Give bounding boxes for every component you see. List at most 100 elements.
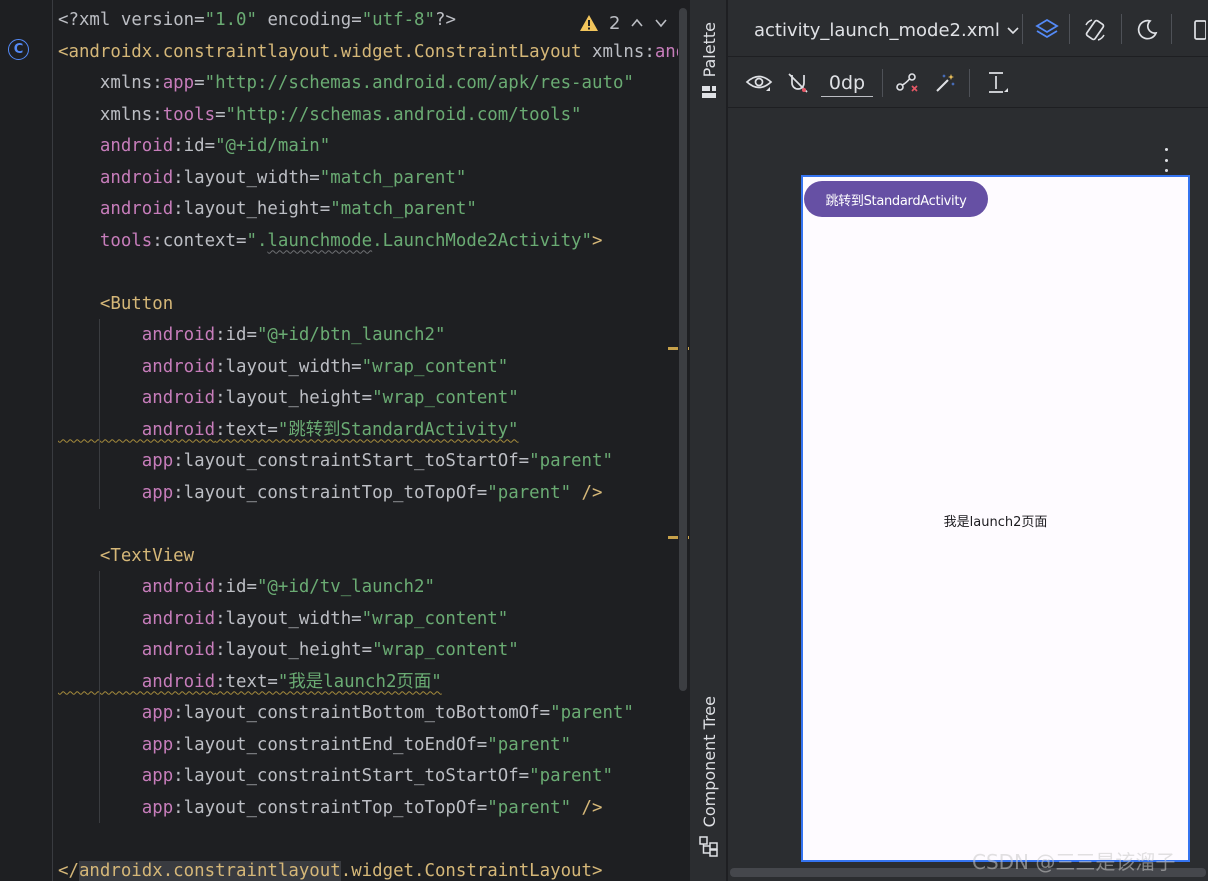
code-token: "match_parent" [319,167,467,188]
code-token: :text= [215,671,278,692]
code-token: :layout_constraintEnd_toEndOf= [173,734,488,755]
design-surface[interactable]: 跳转到StandardActivity 我是launch2页面 [728,108,1208,864]
code-token: app [58,797,174,818]
code-token: :layout_constraintStart_toStartOf= [173,766,530,786]
code-token: android [58,608,216,629]
code-token: "parent" [550,703,634,723]
warning-count: 2 [609,12,621,34]
layers-icon [1035,18,1059,39]
watermark: CSDN @三三是该溜子 [972,850,1176,874]
code-line: app:layout_constraintStart_toStartOf="pa… [58,761,678,793]
code-token: app [58,734,174,755]
design-toolbar: 0dp [728,56,1208,108]
code-token: = [194,10,205,30]
code-line: xmlns:tools="http://schemas.android.com/… [58,100,678,132]
inspections-widget[interactable]: 2 [573,8,675,38]
code-token: = [215,104,226,125]
code-token: <TextView [58,545,195,566]
palette-icon [702,86,716,99]
code-token: version [110,10,195,30]
guidelines-button[interactable] [980,67,1012,99]
chevron-up-icon[interactable] [630,16,644,30]
palette-tab[interactable]: Palette [690,22,728,101]
code-line: android:layout_height="match_parent" [58,194,678,226]
toolbar-separator [1069,14,1070,44]
code-token: "utf-8" [361,10,435,30]
editor-vertical-scrollbar[interactable] [678,0,688,881]
chevron-down-icon [1007,27,1019,35]
night-mode-button[interactable] [1130,14,1164,46]
code-token: "http://schemas.android.com/apk/res-auto… [204,73,634,93]
code-token: android [58,136,174,156]
code-token: android [58,671,216,692]
constraint-icon [896,73,918,92]
editor-scrollbar-thumb[interactable] [679,8,687,691]
indent-guide [99,319,100,509]
code-token: app [58,703,174,723]
code-editor[interactable]: <?xml version="1.0" encoding="utf-8"?> <a… [54,0,678,881]
design-surface-toggle[interactable] [1030,14,1064,46]
clear-constraints-button[interactable] [891,67,923,99]
more-options-icon[interactable] [1162,148,1170,172]
code-token: :layout_width= [215,608,362,629]
code-token: app [58,766,174,786]
code-token: <Button [58,293,174,314]
code-token: "parent" [529,766,613,786]
chevron-down-icon[interactable] [654,16,668,30]
code-token: :layout_constraintTop_toTopOf= [173,797,488,818]
code-token: tools [58,230,153,251]
warning-icon [580,15,598,31]
code-token: "parent" [487,797,572,818]
view-options-button[interactable] [742,67,776,99]
file-name: activity_launch_mode2.xml [754,19,1000,41]
code-token: <? [58,10,79,30]
palette-tab-label: Palette [699,22,719,78]
code-line: android:layout_width="wrap_content" [58,604,678,636]
guideline-icon [989,72,1008,93]
device-preview[interactable]: 跳转到StandardActivity 我是launch2页面 [801,175,1190,862]
rotate-icon [1085,19,1105,41]
code-token: app [58,451,174,471]
code-token: xmlns: [58,73,163,93]
code-line: <androidx.constraintlayout.widget.Constr… [58,37,678,69]
code-token: "parent" [487,482,572,503]
preview-launch-button[interactable]: 跳转到StandardActivity [804,181,988,217]
class-gutter-icon[interactable]: C [8,39,29,60]
code-token: app [162,73,195,93]
code-token: :context= [152,230,247,251]
code-token: android [58,167,174,188]
code-line: <Button [58,289,678,321]
code-token: :id= [215,325,257,345]
code-token: :layout_width= [173,167,320,188]
code-token: "@+id/main" [215,136,331,156]
code-token: xmlns: [58,104,163,125]
code-token: encoding [256,10,352,30]
code-token: android [58,356,216,377]
code-token: /> [571,482,603,503]
code-line: android:layout_width="match_parent" [58,163,678,195]
file-selector[interactable]: activity_launch_mode2.xml [754,14,1020,46]
layout-editor-panel: activity_launch_mode2.xml 0dp 跳转到Standar… [728,0,1208,881]
default-margin-field[interactable]: 0dp [821,71,873,97]
code-token: "1.0" [204,10,257,30]
component-tree-tab[interactable]: Component Tree [690,696,728,858]
code-token: xmlns: [581,41,655,62]
code-token: "parent" [487,734,572,755]
infer-constraints-button[interactable] [929,67,961,99]
code-token: "http://schemas.android.com/tools" [225,104,582,125]
device-selector-button[interactable] [1190,14,1208,46]
code-line: android:text="我是launch2页面" [58,667,678,699]
autoconnect-toggle[interactable] [782,67,814,99]
code-token: "wrap_content" [372,388,519,408]
code-token: launchmode [267,230,373,251]
code-token: "wrap_content" [361,608,509,629]
code-token: "match_parent" [330,199,477,219]
code-token: :id= [173,136,216,156]
code-token: = [351,10,362,30]
preview-launch-textview[interactable]: 我是launch2页面 [803,511,1188,530]
toolbar-separator [1121,14,1122,44]
device-icon [1194,20,1206,40]
code-token: :layout_constraintBottom_toBottomOf= [173,703,551,723]
orientation-button[interactable] [1078,14,1112,46]
